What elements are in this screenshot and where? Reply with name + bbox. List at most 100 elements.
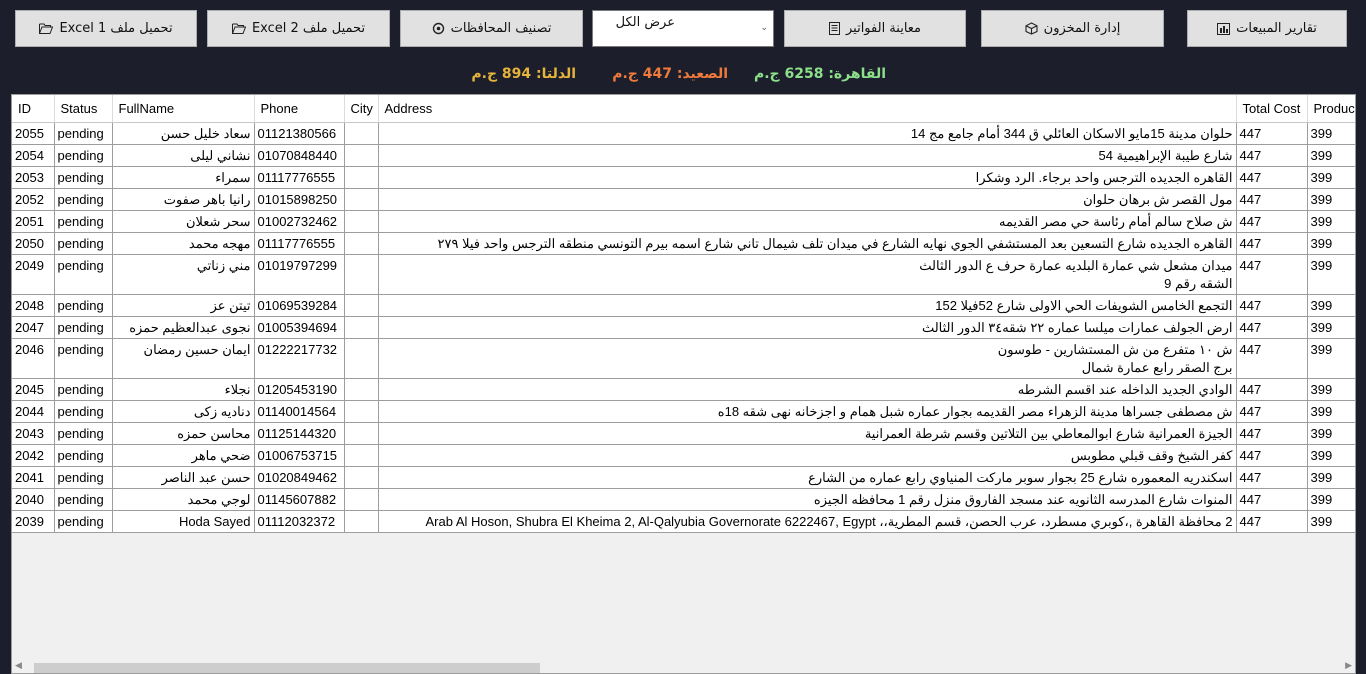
cell-total-cost[interactable]: 447 bbox=[1236, 422, 1308, 445]
table-row[interactable]: 2051 pending سحر شعلان 01002732462 ش صلاح سا… bbox=[12, 210, 1355, 233]
cell-product[interactable]: 399 bbox=[1307, 466, 1355, 489]
cell-city[interactable] bbox=[344, 338, 379, 379]
cell-product[interactable]: 399 bbox=[1307, 510, 1355, 533]
cell-address[interactable]: ارض الجولف عمارات ميلسا عماره ٢٢ شقه٣٤ ا… bbox=[378, 316, 1237, 339]
cell-phone[interactable]: 01222217732 bbox=[254, 338, 345, 379]
cell-product[interactable]: 399 bbox=[1307, 444, 1355, 467]
cell-phone[interactable]: 01019797299 bbox=[254, 254, 345, 295]
column-header-phone[interactable]: Phone bbox=[254, 95, 345, 123]
cell-product[interactable]: 399 bbox=[1307, 294, 1355, 317]
column-header-product[interactable]: Produc bbox=[1307, 95, 1355, 123]
cell-product[interactable]: 399 bbox=[1307, 188, 1355, 211]
cell-product[interactable]: 399 bbox=[1307, 144, 1355, 167]
cell-status[interactable]: pending bbox=[54, 510, 113, 533]
table-row[interactable]: 2039 pending Hoda Sayed 01112032372 2 محافظة… bbox=[12, 510, 1355, 533]
cell-fullname[interactable]: رانيا باهر صفوت bbox=[112, 188, 255, 211]
column-header-id[interactable]: ID bbox=[12, 95, 55, 123]
cell-status[interactable]: pending bbox=[54, 378, 113, 401]
table-row[interactable]: 2047 pending نجوى عبدالعظيم حمزه 0100539469… bbox=[12, 316, 1355, 339]
cell-address[interactable]: ش صلاح سالم أمام رئاسة حي مصر القديمه bbox=[378, 210, 1237, 233]
cell-fullname[interactable]: نجوى عبدالعظيم حمزه bbox=[112, 316, 255, 339]
cell-total-cost[interactable]: 447 bbox=[1236, 254, 1308, 295]
cell-phone[interactable]: 01069539284 bbox=[254, 294, 345, 317]
table-row[interactable]: 2045 pending نجلاء 01205453190 الوادي الجديد… bbox=[12, 378, 1355, 401]
column-header-city[interactable]: City bbox=[344, 95, 379, 123]
region-filter-select[interactable]: عرض الكل ⌄ bbox=[592, 10, 774, 47]
cell-phone[interactable]: 01121380566 bbox=[254, 122, 345, 145]
cell-fullname[interactable]: مني زناتي bbox=[112, 254, 255, 295]
cell-city[interactable] bbox=[344, 122, 379, 145]
cell-status[interactable]: pending bbox=[54, 210, 113, 233]
cell-city[interactable] bbox=[344, 188, 379, 211]
table-row[interactable]: 2049 pending مني زناتي 01019797299 ميدان مشع… bbox=[12, 254, 1355, 295]
cell-phone[interactable]: 01145607882 bbox=[254, 488, 345, 511]
cell-address[interactable]: مول القصر ش برهان حلوان bbox=[378, 188, 1237, 211]
column-header-total-cost[interactable]: Total Cost bbox=[1236, 95, 1308, 123]
cell-city[interactable] bbox=[344, 232, 379, 255]
cell-id[interactable]: 2045 bbox=[12, 378, 55, 401]
cell-fullname[interactable]: نشاني ليلى bbox=[112, 144, 255, 167]
cell-fullname[interactable]: سمراء bbox=[112, 166, 255, 189]
cell-phone[interactable]: 01005394694 bbox=[254, 316, 345, 339]
cell-status[interactable]: pending bbox=[54, 488, 113, 511]
cell-address[interactable]: حلوان مدينة 15مايو الاسكان العائلي ق 344… bbox=[378, 122, 1237, 145]
table-row[interactable]: 2041 pending حسن عبد الناصر 01020849462 اسكن… bbox=[12, 466, 1355, 489]
cell-phone[interactable]: 01020849462 bbox=[254, 466, 345, 489]
cell-address[interactable]: كفر الشيخ وقف قبلي مطوبس bbox=[378, 444, 1237, 467]
cell-id[interactable]: 2040 bbox=[12, 488, 55, 511]
cell-address[interactable]: ميدان مشعل شي عمارة البلديه عمارة حرف ع … bbox=[378, 254, 1237, 295]
cell-total-cost[interactable]: 447 bbox=[1236, 444, 1308, 467]
cell-id[interactable]: 2043 bbox=[12, 422, 55, 445]
cell-product[interactable]: 399 bbox=[1307, 316, 1355, 339]
sales-reports-button[interactable]: تقارير المبيعات bbox=[1187, 10, 1347, 47]
cell-status[interactable]: pending bbox=[54, 254, 113, 295]
cell-address[interactable]: الجيزة العمرانية شارع ابوالمعاطي بين الت… bbox=[378, 422, 1237, 445]
column-header-status[interactable]: Status bbox=[54, 95, 113, 123]
table-row[interactable]: 2046 pending ايمان حسين رمضان 01222217732 ش … bbox=[12, 338, 1355, 379]
scroll-right-icon[interactable]: ▶ bbox=[1345, 661, 1352, 671]
cell-id[interactable]: 2051 bbox=[12, 210, 55, 233]
cell-city[interactable] bbox=[344, 422, 379, 445]
cell-city[interactable] bbox=[344, 466, 379, 489]
cell-address[interactable]: 2 محافظة القاهرة ,،كوبري مسطرد، عرب الحص… bbox=[378, 510, 1237, 533]
cell-status[interactable]: pending bbox=[54, 444, 113, 467]
cell-fullname[interactable]: نجلاء bbox=[112, 378, 255, 401]
cell-city[interactable] bbox=[344, 166, 379, 189]
table-row[interactable]: 2053 pending سمراء 01117776555 القاهره الجدي… bbox=[12, 166, 1355, 189]
table-row[interactable]: 2043 pending محاسن حمزه 01125144320 الجيزة ا… bbox=[12, 422, 1355, 445]
cell-address[interactable]: ش مصطفى جسراها مدينة الزهراء مصر القديمه… bbox=[378, 400, 1237, 423]
cell-phone[interactable]: 01117776555 bbox=[254, 166, 345, 189]
cell-city[interactable] bbox=[344, 488, 379, 511]
cell-phone[interactable]: 01125144320 bbox=[254, 422, 345, 445]
cell-product[interactable]: 399 bbox=[1307, 166, 1355, 189]
cell-status[interactable]: pending bbox=[54, 338, 113, 379]
cell-status[interactable]: pending bbox=[54, 144, 113, 167]
cell-city[interactable] bbox=[344, 210, 379, 233]
cell-product[interactable]: 399 bbox=[1307, 488, 1355, 511]
cell-id[interactable]: 2041 bbox=[12, 466, 55, 489]
cell-city[interactable] bbox=[344, 316, 379, 339]
cell-id[interactable]: 2048 bbox=[12, 294, 55, 317]
cell-address[interactable]: شارع طيبة الإبراهيمية 54 bbox=[378, 144, 1237, 167]
cell-status[interactable]: pending bbox=[54, 294, 113, 317]
classify-governorates-button[interactable]: تصنيف المحافظات bbox=[400, 10, 583, 47]
cell-address[interactable]: التجمع الخامس الشويفات الحي الاولى شارع … bbox=[378, 294, 1237, 317]
cell-total-cost[interactable]: 447 bbox=[1236, 294, 1308, 317]
table-row[interactable]: 2052 pending رانيا باهر صفوت 01015898250 مول… bbox=[12, 188, 1355, 211]
cell-total-cost[interactable]: 447 bbox=[1236, 144, 1308, 167]
cell-product[interactable]: 399 bbox=[1307, 232, 1355, 255]
cell-phone[interactable]: 01002732462 bbox=[254, 210, 345, 233]
table-row[interactable]: 2040 pending لوجي محمد 01145607882 المنوات ش… bbox=[12, 488, 1355, 511]
cell-id[interactable]: 2054 bbox=[12, 144, 55, 167]
cell-city[interactable] bbox=[344, 400, 379, 423]
cell-total-cost[interactable]: 447 bbox=[1236, 510, 1308, 533]
cell-id[interactable]: 2047 bbox=[12, 316, 55, 339]
cell-phone[interactable]: 01140014564 bbox=[254, 400, 345, 423]
cell-fullname[interactable]: محاسن حمزه bbox=[112, 422, 255, 445]
cell-total-cost[interactable]: 447 bbox=[1236, 378, 1308, 401]
cell-id[interactable]: 2050 bbox=[12, 232, 55, 255]
cell-product[interactable]: 399 bbox=[1307, 122, 1355, 145]
cell-address[interactable]: القاهره الجديده شارع التسعين بعد المستشف… bbox=[378, 232, 1237, 255]
cell-city[interactable] bbox=[344, 378, 379, 401]
cell-fullname[interactable]: ايمان حسين رمضان bbox=[112, 338, 255, 379]
